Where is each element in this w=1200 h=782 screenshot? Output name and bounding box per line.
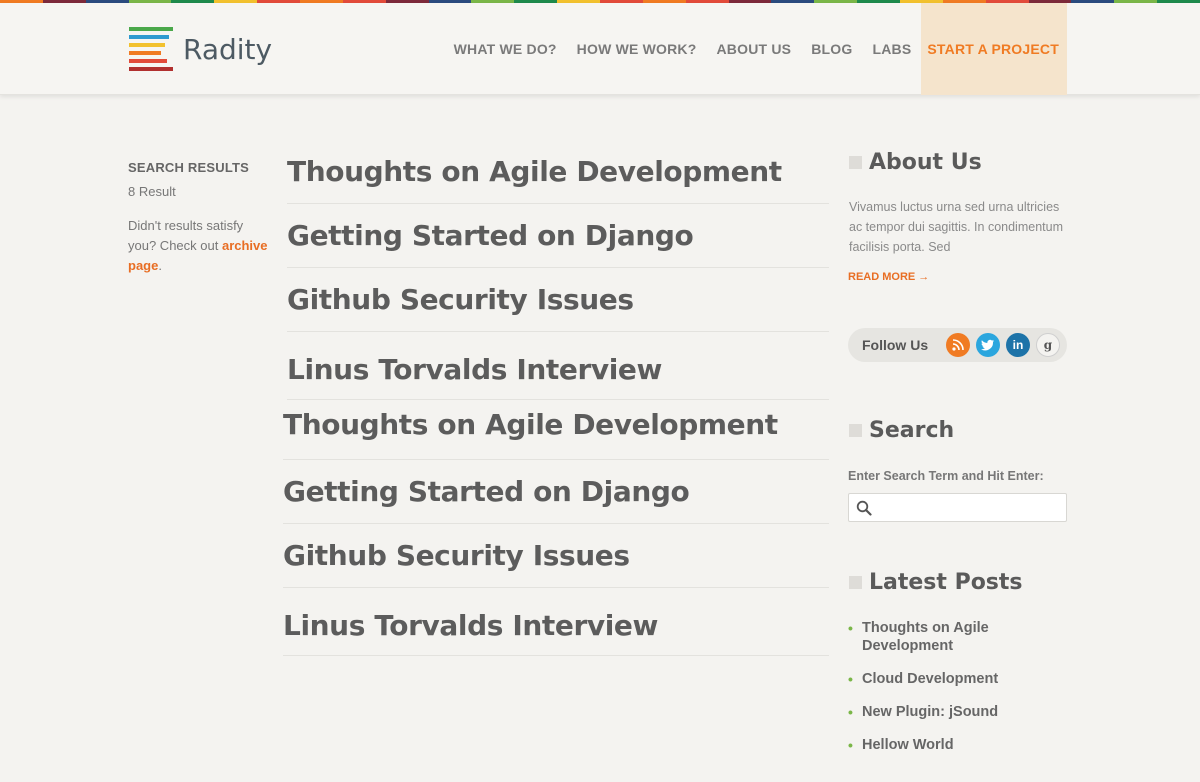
search-summary: SEARCH RESULTS 8 Result Didn't results s…: [128, 160, 268, 276]
search-box: [848, 493, 1067, 522]
list-item[interactable]: • Thoughts on Agile Development: [848, 619, 1068, 655]
logo[interactable]: Radity: [129, 27, 279, 75]
search-results-title: SEARCH RESULTS: [128, 160, 250, 175]
logo-bars-icon: [129, 27, 173, 73]
nav-blog[interactable]: BLOG: [801, 3, 862, 95]
results-list-2: Thoughts on Agile Development Getting St…: [283, 396, 829, 656]
search-results-count: 8 Result: [128, 184, 176, 199]
logo-bar: [129, 35, 169, 39]
search-input[interactable]: [878, 495, 1066, 520]
rss-icon[interactable]: [946, 333, 970, 357]
latest-posts-list: • Thoughts on Agile Development • Cloud De…: [848, 619, 1068, 754]
result-item[interactable]: Linus Torvalds Interview: [287, 332, 829, 400]
square-bullet-icon: [849, 576, 862, 589]
list-item[interactable]: • Cloud Development: [848, 670, 1068, 688]
linkedin-icon[interactable]: in: [1006, 333, 1030, 357]
result-title[interactable]: Thoughts on Agile Development: [283, 408, 778, 441]
sidebar: About Us Vivamus luctus urna sed urna ul…: [848, 150, 1068, 769]
about-title-text: About Us: [869, 150, 982, 175]
bullet-icon: •: [848, 620, 853, 636]
site-header: Radity WHAT WE DO? HOW WE WORK? ABOUT US…: [0, 3, 1200, 95]
logo-wordmark: Radity: [183, 33, 273, 66]
result-title[interactable]: Thoughts on Agile Development: [287, 155, 782, 188]
square-bullet-icon: [849, 424, 862, 437]
result-title[interactable]: Getting Started on Django: [283, 475, 690, 508]
square-bullet-icon: [849, 156, 862, 169]
twitter-icon[interactable]: [976, 333, 1000, 357]
search-label: Enter Search Term and Hit Enter:: [848, 469, 1044, 483]
note-suffix: .: [158, 258, 162, 273]
follow-us-bar: Follow Us in g: [848, 328, 1067, 362]
bullet-icon: •: [848, 737, 853, 753]
result-item[interactable]: Github Security Issues: [287, 268, 829, 332]
results-list: Thoughts on Agile Development Getting St…: [287, 140, 829, 400]
latest-post-link[interactable]: Thoughts on Agile Development: [862, 619, 1012, 655]
result-title[interactable]: Github Security Issues: [287, 283, 634, 316]
result-item[interactable]: Linus Torvalds Interview: [283, 588, 829, 656]
logo-bar: [129, 59, 167, 63]
logo-bar: [129, 43, 165, 47]
list-item[interactable]: • Hellow World: [848, 736, 1068, 754]
about-title: About Us: [848, 150, 1068, 175]
result-item[interactable]: Thoughts on Agile Development: [283, 396, 829, 460]
nav-what-we-do[interactable]: WHAT WE DO?: [444, 3, 567, 95]
gowalla-icon[interactable]: g: [1036, 333, 1060, 357]
result-item[interactable]: Getting Started on Django: [287, 204, 829, 268]
list-item[interactable]: • New Plugin: jSound: [848, 703, 1068, 721]
about-text: Vivamus luctus urna sed urna ultricies a…: [849, 200, 1063, 254]
result-item[interactable]: Getting Started on Django: [283, 460, 829, 524]
latest-post-link[interactable]: Cloud Development: [862, 670, 998, 688]
nav-how-we-work[interactable]: HOW WE WORK?: [567, 3, 707, 95]
read-more-link[interactable]: READ MORE →: [848, 271, 1068, 283]
nav-about-us[interactable]: ABOUT US: [707, 3, 802, 95]
logo-bar: [129, 27, 173, 31]
result-item[interactable]: Thoughts on Agile Development: [287, 140, 829, 204]
latest-post-link[interactable]: Hellow World: [862, 736, 954, 754]
result-item[interactable]: Github Security Issues: [283, 524, 829, 588]
search-title: Search: [848, 418, 1068, 443]
search-results-note: Didn't results satisfy you? Check out ar…: [128, 216, 268, 276]
result-title[interactable]: Linus Torvalds Interview: [283, 609, 658, 642]
latest-posts-title-text: Latest Posts: [869, 570, 1023, 595]
bullet-icon: •: [848, 704, 853, 720]
nav-labs[interactable]: LABS: [862, 3, 921, 95]
latest-post-link[interactable]: New Plugin: jSound: [862, 703, 998, 721]
logo-bar: [129, 67, 173, 71]
result-title[interactable]: Linus Torvalds Interview: [287, 353, 662, 386]
follow-us-label: Follow Us: [862, 337, 929, 353]
search-title-text: Search: [869, 418, 955, 443]
main-nav: WHAT WE DO? HOW WE WORK? ABOUT US BLOG L…: [444, 3, 1067, 95]
latest-posts-title: Latest Posts: [848, 570, 1068, 595]
result-title[interactable]: Getting Started on Django: [287, 219, 694, 252]
logo-bar: [129, 51, 161, 55]
nav-start-project-button[interactable]: START A PROJECT: [921, 3, 1067, 95]
result-title[interactable]: Github Security Issues: [283, 539, 630, 572]
bullet-icon: •: [848, 671, 853, 687]
search-icon: [856, 500, 872, 516]
